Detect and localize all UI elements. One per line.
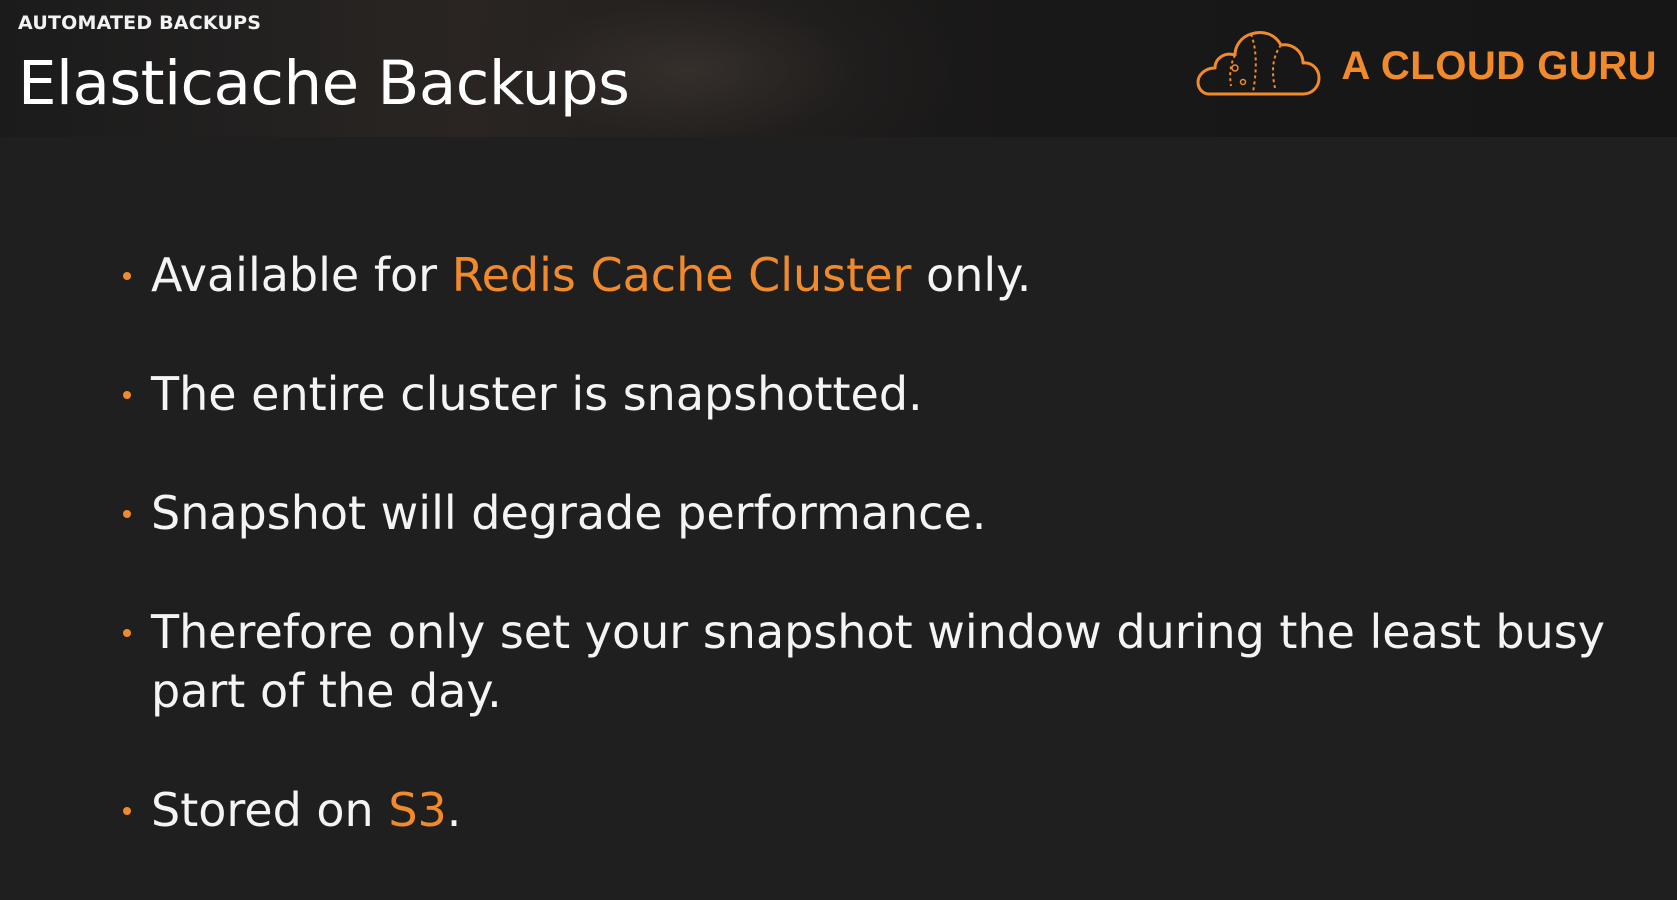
bullet-highlight: S3 [388, 783, 447, 837]
brand-logo: A CLOUD GURU [1195, 28, 1657, 104]
bullet-dot-icon [123, 629, 131, 637]
bullet-text: Stored on [151, 783, 389, 837]
bullet-dot-icon [123, 272, 131, 280]
list-item: The entire cluster is snapshotted. [120, 365, 1620, 424]
bullet-text: The entire cluster is snapshotted. [151, 367, 923, 421]
bullet-text: Available for [151, 248, 452, 302]
list-item: Stored on S3. [120, 781, 1620, 840]
section-eyebrow: AUTOMATED BACKUPS [18, 12, 262, 34]
list-item: Available for Redis Cache Cluster only. [120, 246, 1620, 305]
cloud-logo-icon [1196, 30, 1321, 96]
bullet-dot-icon [123, 807, 131, 815]
bullet-highlight: Redis Cache Cluster [451, 248, 912, 302]
list-item: Therefore only set your snapshot window … [120, 603, 1620, 721]
slide-body: Available for Redis Cache Cluster only. … [0, 137, 1677, 883]
bullet-dot-icon [123, 510, 131, 518]
bullet-dot-icon [123, 391, 131, 399]
bullet-list: Available for Redis Cache Cluster only. … [120, 246, 1620, 900]
brand-name: A CLOUD GURU [1341, 43, 1657, 88]
bullet-text: Therefore only set your snapshot window … [151, 605, 1605, 718]
list-item: Snapshot will degrade performance. [120, 484, 1620, 543]
slide-header: AUTOMATED BACKUPS Elasticache Backups A … [0, 0, 1677, 137]
bullet-text-tail: . [446, 783, 462, 837]
slide-title: Elasticache Backups [18, 48, 630, 119]
bullet-text: Snapshot will degrade performance. [151, 486, 987, 540]
bullet-text-tail: only. [911, 248, 1032, 302]
